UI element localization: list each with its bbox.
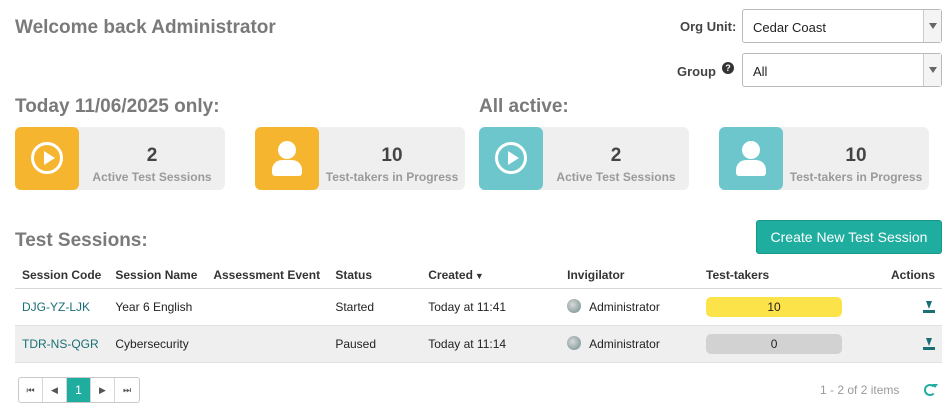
status-cell: Started xyxy=(328,288,422,326)
test-takers-cell: 0 xyxy=(699,325,860,363)
last-page-button[interactable]: ⏭ xyxy=(115,378,139,402)
actions-cell xyxy=(859,288,942,326)
created-header-label: Created xyxy=(428,267,473,282)
invigilator-cell: Administrator xyxy=(560,288,700,326)
chevron-down-icon xyxy=(923,54,941,86)
all-active-sessions-icon-tile xyxy=(479,127,543,190)
today-active-sessions-icon-tile xyxy=(15,127,79,190)
group-label: Group xyxy=(677,64,716,79)
today-test-takers-icon-tile xyxy=(255,127,319,190)
all-active-test-takers-count: 10 xyxy=(845,145,867,166)
column-header-status[interactable]: Status xyxy=(328,262,422,289)
play-circle-icon xyxy=(495,142,527,174)
column-header-test-takers[interactable]: Test-takers xyxy=(699,262,860,289)
invigilator-avatar xyxy=(567,336,582,350)
all-active-test-takers-card: 10 Test-takers in Progress xyxy=(719,127,929,190)
table-row: TDR-NS-QGR Cybersecurity Paused Today at… xyxy=(15,325,942,363)
column-header-created[interactable]: Created ▼ xyxy=(421,262,561,289)
all-active-sessions-label: Active Test Sessions xyxy=(556,170,676,184)
column-header-session-code[interactable]: Session Code xyxy=(15,262,109,289)
group-value: All xyxy=(753,64,768,79)
next-page-button[interactable]: ▶ xyxy=(91,378,115,402)
session-code-link[interactable]: DJG-YZ-LJK xyxy=(22,300,90,314)
actions-cell xyxy=(859,325,942,363)
pagination: ⏮ ◀ 1 ▶ ⏭ xyxy=(18,377,140,403)
help-icon[interactable]: ? xyxy=(722,62,734,74)
today-active-sessions-label: Active Test Sessions xyxy=(92,170,212,184)
org-unit-select[interactable]: Cedar Coast xyxy=(742,9,942,43)
all-active-test-takers-icon-tile xyxy=(719,127,783,190)
org-unit-label: Org Unit: xyxy=(680,19,737,34)
table-header-row: Session Code Session Name Assessment Eve… xyxy=(15,262,942,289)
play-circle-icon xyxy=(31,142,63,174)
create-test-session-button[interactable]: Create New Test Session xyxy=(756,220,942,254)
test-takers-progress-bar[interactable]: 0 xyxy=(706,333,843,354)
today-section-title: Today 11/06/2025 only: xyxy=(15,96,220,117)
test-sessions-title: Test Sessions: xyxy=(15,230,148,251)
assessment-event-cell xyxy=(206,325,329,363)
column-header-invigilator[interactable]: Invigilator xyxy=(560,262,700,289)
invigilator-name: Administrator xyxy=(589,337,660,351)
column-header-session-name[interactable]: Session Name xyxy=(108,262,207,289)
download-icon[interactable] xyxy=(923,338,935,351)
invigilator-name: Administrator xyxy=(589,300,660,314)
test-takers-cell: 10 xyxy=(699,288,860,326)
session-code-link[interactable]: TDR-NS-QGR xyxy=(22,337,99,351)
page-1-button[interactable]: 1 xyxy=(67,378,91,402)
first-page-button[interactable]: ⏮ xyxy=(19,378,43,402)
session-name-cell: Year 6 English xyxy=(108,288,207,326)
today-active-sessions-card: 2 Active Test Sessions xyxy=(15,127,225,190)
all-active-sessions-count: 2 xyxy=(610,145,622,166)
session-code-cell: TDR-NS-QGR xyxy=(15,325,109,363)
session-code-cell: DJG-YZ-LJK xyxy=(15,288,109,326)
today-active-sessions-count: 2 xyxy=(146,145,158,166)
created-cell: Today at 11:41 xyxy=(421,288,561,326)
invigilator-cell: Administrator xyxy=(560,325,700,363)
table-row: DJG-YZ-LJK Year 6 English Started Today … xyxy=(15,288,942,326)
column-header-assessment-event[interactable]: Assessment Event xyxy=(206,262,329,289)
column-header-actions: Actions xyxy=(859,262,942,289)
group-select[interactable]: All xyxy=(742,53,942,87)
previous-page-button[interactable]: ◀ xyxy=(43,378,67,402)
all-active-section-title: All active: xyxy=(479,96,569,117)
created-cell: Today at 11:14 xyxy=(421,325,561,363)
invigilator-avatar xyxy=(567,299,582,313)
today-test-takers-count: 10 xyxy=(381,145,403,166)
welcome-heading: Welcome back Administrator xyxy=(15,17,276,38)
test-takers-progress-bar[interactable]: 10 xyxy=(706,296,843,317)
refresh-icon[interactable] xyxy=(924,384,938,396)
all-active-sessions-card: 2 Active Test Sessions xyxy=(479,127,689,190)
sessions-table: Session Code Session Name Assessment Eve… xyxy=(15,262,942,363)
today-test-takers-label: Test-takers in Progress xyxy=(325,170,459,184)
download-icon[interactable] xyxy=(923,301,935,314)
sort-descending-icon: ▼ xyxy=(474,270,484,281)
assessment-event-cell xyxy=(206,288,329,326)
chevron-down-icon xyxy=(923,10,941,42)
pagination-summary: 1 - 2 of 2 items xyxy=(820,383,900,397)
status-cell: Paused xyxy=(328,325,422,363)
org-unit-value: Cedar Coast xyxy=(753,20,826,35)
today-test-takers-card: 10 Test-takers in Progress xyxy=(255,127,465,190)
session-name-cell: Cybersecurity xyxy=(108,325,207,363)
all-active-test-takers-label: Test-takers in Progress xyxy=(789,170,923,184)
